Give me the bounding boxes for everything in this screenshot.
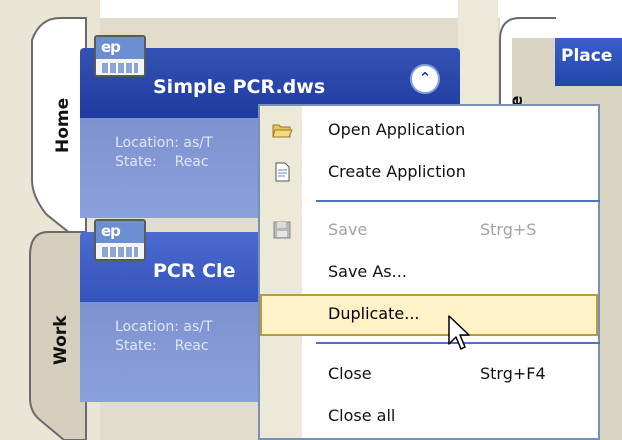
mouse-cursor-icon	[448, 315, 470, 350]
menu-shortcut: Strg+S	[480, 220, 537, 239]
menu-item-open-application[interactable]: Open Application	[260, 110, 598, 152]
document-icon	[275, 162, 290, 182]
menu-item-save-as[interactable]: Save As...	[260, 252, 598, 294]
menu-separator	[316, 200, 600, 202]
menu-label: Open Application	[328, 120, 466, 139]
double-chevron-up-icon[interactable]: ⌃	[410, 64, 440, 94]
card-info: Location: as/T State: Reac	[115, 318, 213, 356]
folder-open-icon	[272, 124, 293, 138]
menu-label: Save As...	[328, 262, 407, 281]
location-value: as/T	[183, 135, 213, 151]
location-value: as/T	[183, 319, 213, 335]
menu-label: Duplicate...	[328, 304, 420, 323]
ep-app-icon: ep	[94, 219, 146, 261]
location-label: Location:	[115, 319, 179, 335]
menu-label: Close all	[328, 406, 396, 425]
menu-item-create-application[interactable]: Create Appliction	[260, 152, 598, 194]
card-title: Simple PCR.dws	[153, 76, 326, 98]
menu-label: Save	[328, 220, 368, 239]
location-label: Location:	[115, 135, 179, 151]
menu-item-duplicate[interactable]: Duplicate...	[260, 294, 598, 336]
state-label: State:	[115, 154, 157, 170]
tab-work[interactable]: Work	[51, 295, 71, 365]
context-menu: Open Application Create Appliction Save …	[258, 104, 600, 440]
menu-shortcut: Strg+F4	[480, 364, 546, 383]
tab-home[interactable]: Home	[53, 83, 73, 153]
menu-item-save[interactable]: Save Strg+S	[260, 210, 598, 252]
card-title: PCR Cle	[153, 260, 236, 282]
application-window: Place Home Work e ep Simple PCR.dws ⌃ Lo…	[0, 0, 622, 440]
card-info: Location: as/T State: Reac	[115, 134, 213, 172]
state-value: Reac	[174, 338, 209, 354]
floppy-disk-icon	[273, 221, 291, 239]
menu-item-close-all[interactable]: Close all	[260, 396, 598, 438]
ep-app-icon: ep	[94, 35, 146, 77]
menu-label: Create Appliction	[328, 162, 466, 181]
state-value: Reac	[174, 154, 209, 170]
state-label: State:	[115, 338, 157, 354]
menu-label: Close	[328, 364, 372, 383]
menu-item-close[interactable]: Close Strg+F4	[260, 354, 598, 396]
tab-right[interactable]: e	[507, 77, 527, 107]
